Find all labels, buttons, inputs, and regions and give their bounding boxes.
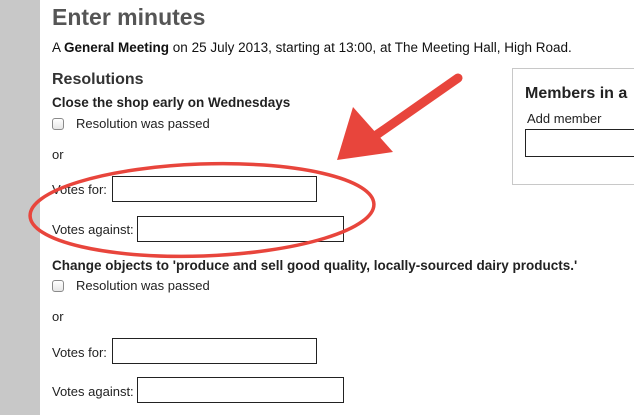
- add-member-input[interactable]: [525, 129, 634, 157]
- resolution-2-or-label: or: [52, 309, 64, 324]
- resolution-2-votes-for-label: Votes for:: [52, 345, 107, 360]
- resolution-2-passed-label: Resolution was passed: [76, 278, 210, 293]
- minutes-page: Enter minutes A General Meeting on 25 Ju…: [40, 0, 634, 415]
- resolution-1-passed-row[interactable]: Resolution was passed: [52, 116, 210, 131]
- members-panel: Members in a Add member: [512, 68, 634, 185]
- resolution-1-or-label: or: [52, 147, 64, 162]
- resolution-1-votes-for-label: Votes for:: [52, 182, 107, 197]
- meeting-type: General Meeting: [64, 40, 170, 55]
- resolution-2-passed-checkbox[interactable]: [52, 279, 64, 292]
- resolution-2-passed-row[interactable]: Resolution was passed: [52, 278, 210, 293]
- resolution-2-votes-against-input[interactable]: [137, 377, 344, 403]
- meeting-prefix: A: [52, 40, 65, 55]
- resolution-1-title: Close the shop early on Wednesdays: [52, 95, 291, 110]
- resolutions-heading: Resolutions: [52, 71, 144, 88]
- resolution-1-votes-for-input[interactable]: [112, 176, 317, 202]
- resolution-1-passed-checkbox[interactable]: [52, 117, 64, 130]
- resolution-2-votes-against-label: Votes against:: [52, 384, 134, 399]
- meeting-details: on 25 July 2013, starting at 13:00, at T…: [169, 40, 572, 55]
- resolution-1-passed-label: Resolution was passed: [76, 116, 210, 131]
- resolution-1-votes-against-input[interactable]: [137, 216, 344, 242]
- members-heading: Members in a: [525, 85, 628, 102]
- resolution-2-title: Change objects to 'produce and sell good…: [52, 258, 578, 273]
- add-member-label: Add member: [527, 111, 602, 126]
- window-gutter: [0, 0, 41, 415]
- page-title: Enter minutes: [52, 4, 206, 30]
- meeting-description: A General Meeting on 25 July 2013, start…: [52, 40, 572, 55]
- resolution-1-votes-against-label: Votes against:: [52, 222, 134, 237]
- resolution-2-votes-for-input[interactable]: [112, 338, 317, 364]
